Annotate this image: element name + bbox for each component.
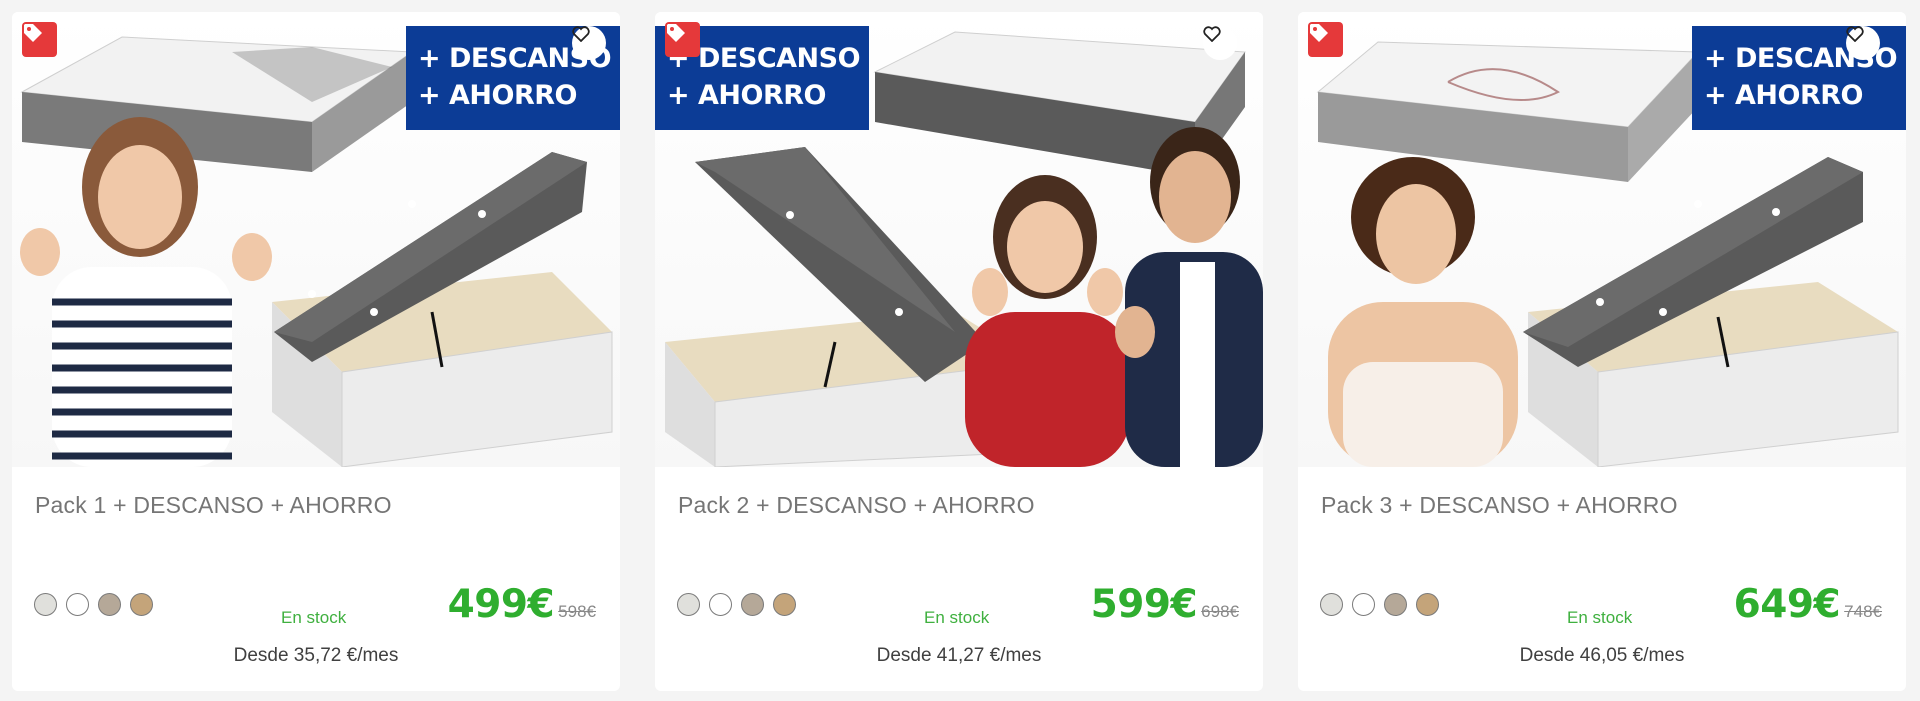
product-title[interactable]: Pack 2 + DESCANSO + AHORRO [678, 492, 1035, 519]
product-title[interactable]: Pack 3 + DESCANSO + AHORRO [1321, 492, 1678, 519]
promo-line: + AHORRO [667, 80, 827, 111]
promo-line: + AHORRO [418, 80, 578, 111]
old-price: 598€ [558, 602, 596, 621]
price-block: 649€ 748€ [1734, 582, 1882, 627]
product-image[interactable]: + DESCANSO + AHORRO [12, 12, 620, 467]
color-swatch[interactable] [98, 593, 121, 616]
color-swatch[interactable] [677, 593, 700, 616]
color-swatch[interactable] [1384, 593, 1407, 616]
favorite-button[interactable] [1846, 26, 1880, 60]
heart-icon [1846, 26, 1864, 42]
product-image[interactable]: + DESCANSO + AHORRO [655, 12, 1263, 467]
color-swatch[interactable] [34, 593, 57, 616]
tag-icon [665, 22, 700, 57]
installment-text: Desde 35,72 €/mes [233, 645, 399, 666]
color-swatch[interactable] [1320, 593, 1343, 616]
old-price: 748€ [1844, 602, 1882, 621]
color-swatch[interactable] [741, 593, 764, 616]
color-swatch[interactable] [1352, 593, 1375, 616]
installment-text: Desde 41,27 €/mes [876, 645, 1042, 666]
product-grid: + DESCANSO + AHORRO Pack 1 + DESCANSO + … [0, 0, 1920, 701]
price-block: 499€ 598€ [448, 582, 596, 627]
current-price: 599€ [1090, 582, 1198, 627]
color-swatches [677, 593, 796, 616]
stock-status: En stock [924, 608, 990, 627]
product-image[interactable]: + DESCANSO + AHORRO [1298, 12, 1906, 467]
tag-icon [22, 22, 57, 57]
old-price: 698€ [1201, 602, 1239, 621]
promo-line: + AHORRO [1704, 80, 1864, 111]
heart-icon [572, 26, 590, 42]
heart-icon [1203, 26, 1221, 42]
price-block: 599€ 698€ [1091, 582, 1239, 627]
installment-text: Desde 46,05 €/mes [1519, 645, 1685, 666]
favorite-button[interactable] [1203, 26, 1237, 60]
tag-icon [1308, 22, 1343, 57]
current-price: 649€ [1733, 582, 1841, 627]
color-swatches [1320, 593, 1439, 616]
color-swatch[interactable] [130, 593, 153, 616]
color-swatch[interactable] [709, 593, 732, 616]
color-swatch[interactable] [66, 593, 89, 616]
product-card[interactable]: + DESCANSO + AHORRO Pack 3 + DESCANSO + … [1298, 12, 1906, 691]
current-price: 499€ [447, 582, 555, 627]
favorite-button[interactable] [572, 26, 606, 60]
stock-status: En stock [1567, 608, 1633, 627]
product-card[interactable]: + DESCANSO + AHORRO Pack 1 + DESCANSO + … [12, 12, 620, 691]
stock-status: En stock [281, 608, 347, 627]
color-swatches [34, 593, 153, 616]
color-swatch[interactable] [773, 593, 796, 616]
product-card[interactable]: + DESCANSO + AHORRO Pack 2 + DESCANSO + … [655, 12, 1263, 691]
product-title[interactable]: Pack 1 + DESCANSO + AHORRO [35, 492, 392, 519]
color-swatch[interactable] [1416, 593, 1439, 616]
